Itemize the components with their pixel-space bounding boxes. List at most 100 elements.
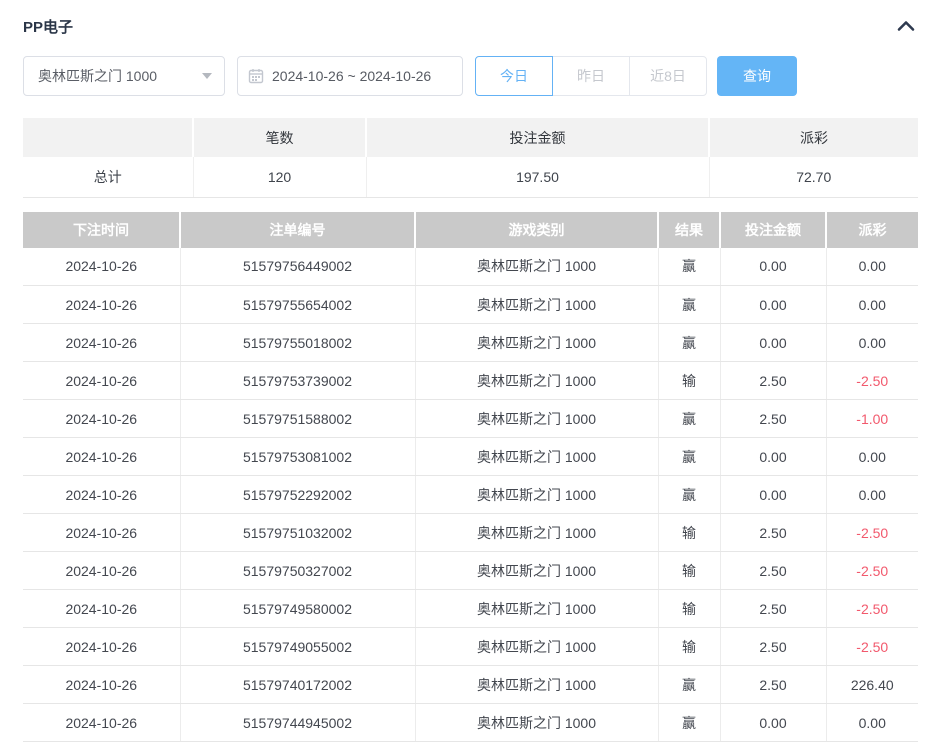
cell-bet-amount: 2.50 xyxy=(720,399,827,438)
table-row: 2024-10-26 51579752292002 奥林匹斯之门 1000 赢 … xyxy=(23,475,918,514)
cell-result: 赢 xyxy=(658,399,721,438)
cell-game-category: 奥林匹斯之门 1000 xyxy=(415,361,659,400)
table-row: 2024-10-26 51579753081002 奥林匹斯之门 1000 赢 … xyxy=(23,437,918,476)
table-row: 2024-10-26 51579755018002 奥林匹斯之门 1000 赢 … xyxy=(23,323,918,362)
cell-payout: -2.50 xyxy=(826,627,918,666)
cell-bet-amount: 2.50 xyxy=(720,665,827,704)
cell-bet-amount: 2.50 xyxy=(720,627,827,666)
cell-order-no: 51579753081002 xyxy=(180,437,416,476)
cell-bet-amount: 0.00 xyxy=(720,703,827,742)
game-select[interactable]: 奥林匹斯之门 1000 xyxy=(23,56,225,96)
table-row: 2024-10-26 51579751032002 奥林匹斯之门 1000 输 … xyxy=(23,513,918,552)
table-row: 2024-10-26 51579750327002 奥林匹斯之门 1000 输 … xyxy=(23,551,918,590)
cell-bet-time: 2024-10-26 xyxy=(23,513,181,552)
cell-result: 赢 xyxy=(658,665,721,704)
table-row: 2024-10-26 51579749055002 奥林匹斯之门 1000 输 … xyxy=(23,627,918,666)
summary-header-bet-amount: 投注金额 xyxy=(366,118,710,157)
cell-game-category: 奥林匹斯之门 1000 xyxy=(415,475,659,514)
collapse-panel-button[interactable] xyxy=(894,14,918,38)
summary-total-payout: 72.70 xyxy=(709,157,918,198)
cell-game-category: 奥林匹斯之门 1000 xyxy=(415,551,659,590)
cell-bet-amount: 0.00 xyxy=(720,323,827,362)
search-button[interactable]: 查询 xyxy=(717,56,797,96)
cell-payout: 0.00 xyxy=(826,475,918,514)
cell-game-category: 奥林匹斯之门 1000 xyxy=(415,589,659,628)
cell-payout: -1.00 xyxy=(826,399,918,438)
cell-bet-amount: 2.50 xyxy=(720,551,827,590)
cell-result: 输 xyxy=(658,513,721,552)
summary-header-row: 笔数 投注金额 派彩 xyxy=(23,118,918,157)
cell-bet-amount: 2.50 xyxy=(720,513,827,552)
cell-order-no: 51579740172002 xyxy=(180,665,416,704)
cell-payout: -2.50 xyxy=(826,589,918,628)
records-header-bet-amount: 投注金额 xyxy=(720,211,827,248)
cell-payout: -2.50 xyxy=(826,361,918,400)
cell-order-no: 51579750327002 xyxy=(180,551,416,590)
today-button[interactable]: 今日 xyxy=(475,56,553,96)
cell-payout: -2.50 xyxy=(826,513,918,552)
cell-game-category: 奥林匹斯之门 1000 xyxy=(415,513,659,552)
cell-payout: 0.00 xyxy=(826,247,918,286)
cell-bet-amount: 0.00 xyxy=(720,247,827,286)
cell-result: 赢 xyxy=(658,323,721,362)
cell-payout: 226.40 xyxy=(826,665,918,704)
summary-header-empty xyxy=(23,118,194,157)
cell-order-no: 51579756449002 xyxy=(180,247,416,286)
cell-game-category: 奥林匹斯之门 1000 xyxy=(415,437,659,476)
cell-result: 输 xyxy=(658,627,721,666)
summary-total-row: 总计 120 197.50 72.70 xyxy=(23,157,918,198)
page-title: PP电子 xyxy=(23,18,74,36)
table-row: 2024-10-26 51579740172002 奥林匹斯之门 1000 赢 … xyxy=(23,665,918,704)
game-select-value: 奥林匹斯之门 1000 xyxy=(38,68,158,84)
cell-bet-time: 2024-10-26 xyxy=(23,323,181,362)
cell-bet-time: 2024-10-26 xyxy=(23,665,181,704)
cell-game-category: 奥林匹斯之门 1000 xyxy=(415,703,659,742)
table-row: 2024-10-26 51579756449002 奥林匹斯之门 1000 赢 … xyxy=(23,247,918,286)
cell-result: 赢 xyxy=(658,475,721,514)
records-table: 下注时间 注单编号 游戏类别 结果 投注金额 派彩 2024-10-26 515… xyxy=(23,211,918,742)
cell-result: 输 xyxy=(658,551,721,590)
table-row: 2024-10-26 51579753739002 奥林匹斯之门 1000 输 … xyxy=(23,361,918,400)
records-header-game-category: 游戏类别 xyxy=(415,211,659,248)
cell-bet-time: 2024-10-26 xyxy=(23,247,181,286)
cell-result: 赢 xyxy=(658,437,721,476)
records-body: 2024-10-26 51579756449002 奥林匹斯之门 1000 赢 … xyxy=(23,247,918,742)
caret-down-icon xyxy=(202,73,212,79)
cell-bet-time: 2024-10-26 xyxy=(23,399,181,438)
cell-game-category: 奥林匹斯之门 1000 xyxy=(415,665,659,704)
cell-payout: 0.00 xyxy=(826,703,918,742)
cell-bet-amount: 0.00 xyxy=(720,437,827,476)
cell-bet-amount: 0.00 xyxy=(720,285,827,324)
table-row: 2024-10-26 51579749580002 奥林匹斯之门 1000 输 … xyxy=(23,589,918,628)
records-header-payout: 派彩 xyxy=(826,211,918,248)
cell-bet-amount: 2.50 xyxy=(720,361,827,400)
cell-bet-amount: 0.00 xyxy=(720,475,827,514)
table-row: 2024-10-26 51579744945002 奥林匹斯之门 1000 赢 … xyxy=(23,703,918,742)
cell-order-no: 51579753739002 xyxy=(180,361,416,400)
cell-bet-time: 2024-10-26 xyxy=(23,361,181,400)
cell-result: 赢 xyxy=(658,247,721,286)
last-8-days-button[interactable]: 近8日 xyxy=(629,56,707,96)
cell-bet-time: 2024-10-26 xyxy=(23,475,181,514)
cell-bet-time: 2024-10-26 xyxy=(23,551,181,590)
summary-header-count: 笔数 xyxy=(193,118,367,157)
cell-result: 输 xyxy=(658,361,721,400)
cell-result: 输 xyxy=(658,589,721,628)
yesterday-button[interactable]: 昨日 xyxy=(552,56,630,96)
cell-result: 赢 xyxy=(658,703,721,742)
cell-game-category: 奥林匹斯之门 1000 xyxy=(415,285,659,324)
cell-order-no: 51579751588002 xyxy=(180,399,416,438)
cell-order-no: 51579744945002 xyxy=(180,703,416,742)
table-row: 2024-10-26 51579751588002 奥林匹斯之门 1000 赢 … xyxy=(23,399,918,438)
cell-order-no: 51579755654002 xyxy=(180,285,416,324)
summary-table: 笔数 投注金额 派彩 总计 120 197.50 72.70 xyxy=(23,118,918,198)
panel-header: PP电子 xyxy=(23,0,918,40)
records-header-result: 结果 xyxy=(658,211,721,248)
quick-date-button-group: 今日 昨日 近8日 xyxy=(475,56,707,96)
cell-bet-time: 2024-10-26 xyxy=(23,589,181,628)
cell-bet-time: 2024-10-26 xyxy=(23,627,181,666)
cell-game-category: 奥林匹斯之门 1000 xyxy=(415,247,659,286)
records-header-order-no: 注单编号 xyxy=(180,211,416,248)
date-range-input[interactable]: 2024-10-26 ~ 2024-10-26 xyxy=(237,56,463,96)
cell-payout: -2.50 xyxy=(826,551,918,590)
